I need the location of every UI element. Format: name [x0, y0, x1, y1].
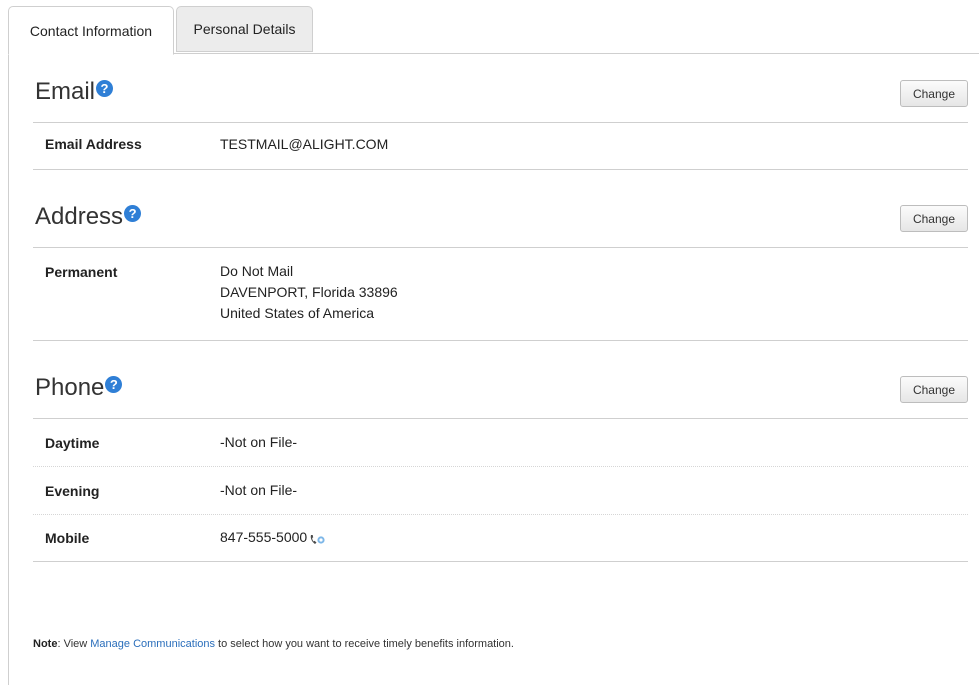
email-address-value: TESTMAIL@ALIGHT.COM: [220, 136, 389, 152]
phone-change-button[interactable]: Change: [900, 376, 968, 403]
tab-contact-information[interactable]: Contact Information: [8, 6, 174, 55]
email-title: Email?: [35, 78, 114, 106]
tab-personal-details[interactable]: Personal Details: [176, 6, 313, 52]
address-permanent-value: Do Not Mail DAVENPORT, Florida 33896 Uni…: [220, 261, 398, 324]
help-icon[interactable]: ?: [96, 80, 114, 97]
phone-section-header: Phone? Change: [33, 350, 968, 419]
phone-title-text: Phone: [35, 374, 105, 401]
phone-daytime-row: Daytime -Not on File-: [33, 419, 968, 467]
note-text-before: : View: [57, 638, 91, 650]
phone-mobile-value: 847-555-5000: [220, 527, 326, 548]
address-section-header: Address? Change: [33, 179, 968, 248]
phone-evening-row: Evening -Not on File-: [33, 467, 968, 515]
manage-communications-link[interactable]: Manage Communications: [90, 638, 215, 650]
note-prefix: Note: [33, 638, 58, 650]
email-change-button[interactable]: Change: [900, 80, 968, 107]
help-icon[interactable]: ?: [124, 205, 142, 222]
address-permanent-row: Permanent Do Not Mail DAVENPORT, Florida…: [33, 248, 968, 341]
phone-mobile-label: Mobile: [45, 530, 90, 546]
phone-mobile-number: 847-555-5000: [220, 529, 308, 545]
note-text: Note: View Manage Communications to sele…: [33, 638, 514, 650]
tab-bar: Contact Information Personal Details: [8, 6, 979, 55]
address-change-button[interactable]: Change: [900, 205, 968, 232]
phone-evening-value: -Not on File-: [220, 482, 298, 498]
phone-daytime-label: Daytime: [45, 435, 100, 451]
address-line: DAVENPORT, Florida 33896: [220, 284, 398, 300]
phone-daytime-value: -Not on File-: [220, 434, 298, 450]
address-title: Address?: [35, 203, 142, 231]
email-section-header: Email? Change: [33, 54, 968, 123]
email-address-row: Email Address TESTMAIL@ALIGHT.COM: [33, 123, 968, 170]
phone-evening-label: Evening: [45, 483, 100, 499]
help-icon[interactable]: ?: [105, 376, 123, 393]
note-text-after: to select how you want to receive timely…: [215, 638, 514, 650]
phone-title: Phone?: [35, 374, 123, 402]
email-section: Email? Change Email Address TESTMAIL@ALI…: [33, 54, 968, 170]
phone-section: Phone? Change Daytime -Not on File- Even…: [33, 350, 968, 562]
address-line: United States of America: [220, 305, 375, 321]
address-title-text: Address: [35, 203, 124, 230]
email-title-text: Email: [35, 78, 96, 105]
address-line: Do Not Mail: [220, 263, 294, 279]
phone-mobile-row: Mobile 847-555-5000: [33, 515, 968, 562]
email-address-label: Email Address: [45, 136, 142, 152]
address-section: Address? Change Permanent Do Not Mail DA…: [33, 179, 968, 341]
phone-icon[interactable]: [308, 532, 326, 546]
address-permanent-label: Permanent: [45, 264, 118, 280]
contact-panel: Email? Change Email Address TESTMAIL@ALI…: [8, 54, 979, 685]
